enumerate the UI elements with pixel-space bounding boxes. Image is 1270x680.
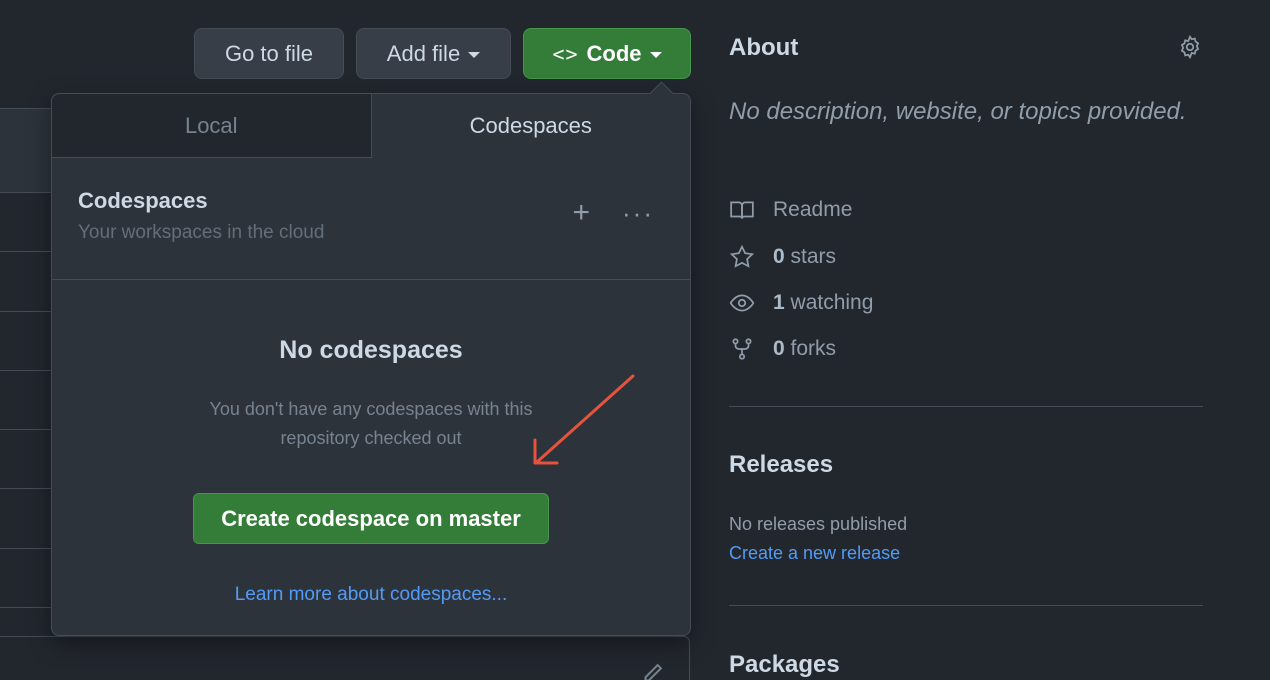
divider bbox=[729, 406, 1203, 407]
create-release-link[interactable]: Create a new release bbox=[729, 543, 900, 564]
watching-label: watching bbox=[790, 291, 874, 314]
tab-codespaces-label: Codespaces bbox=[469, 113, 592, 138]
forks-link[interactable]: 0 forks bbox=[729, 336, 836, 362]
create-codespace-label: Create codespace on master bbox=[221, 505, 521, 531]
book-icon bbox=[730, 201, 754, 219]
stars-link[interactable]: 0 stars bbox=[729, 244, 836, 270]
tab-local[interactable]: Local bbox=[52, 94, 371, 158]
star-icon bbox=[729, 244, 755, 268]
add-file-label: Add file bbox=[386, 40, 461, 66]
plus-icon[interactable]: + bbox=[572, 198, 590, 228]
pencil-icon[interactable] bbox=[639, 661, 665, 680]
packages-title[interactable]: Packages bbox=[729, 651, 840, 679]
readme-link[interactable]: Readme bbox=[729, 197, 852, 223]
fork-icon bbox=[732, 338, 752, 360]
releases-title[interactable]: Releases bbox=[729, 451, 833, 479]
divider bbox=[729, 605, 1203, 606]
watching-link[interactable]: 1 watching bbox=[729, 290, 873, 316]
add-file-button[interactable]: Add file bbox=[356, 28, 511, 79]
tab-codespaces[interactable]: Codespaces bbox=[370, 94, 690, 158]
forks-label: forks bbox=[790, 337, 837, 360]
about-title: About bbox=[729, 34, 799, 61]
caret-down-icon bbox=[468, 52, 481, 58]
go-to-file-button[interactable]: Go to file bbox=[194, 28, 344, 79]
readme-label: Readme bbox=[773, 198, 853, 221]
repo-page: Go to file Add file <> Code Local Codesp… bbox=[0, 0, 1270, 680]
caret-down-icon bbox=[649, 52, 662, 58]
code-dropdown: Local Codespaces Codespaces Your workspa… bbox=[51, 93, 691, 636]
more-options-icon[interactable]: ··· bbox=[622, 200, 654, 226]
learn-more-link[interactable]: Learn more about codespaces... bbox=[52, 584, 690, 606]
gear-icon[interactable] bbox=[1177, 34, 1203, 60]
code-label: Code bbox=[586, 40, 642, 66]
annotation-arrow-icon bbox=[533, 374, 635, 465]
stars-count: 0 bbox=[773, 245, 785, 268]
code-icon: <> bbox=[552, 41, 579, 66]
stars-label: stars bbox=[790, 245, 837, 268]
code-button[interactable]: <> Code bbox=[523, 28, 691, 79]
empty-title: No codespaces bbox=[279, 336, 463, 364]
codespaces-actions: + ··· bbox=[572, 198, 654, 228]
empty-description: You don't have any codespaces with this … bbox=[209, 399, 533, 448]
codespaces-header: Codespaces Your workspaces in the cloud … bbox=[52, 158, 690, 280]
create-codespace-button[interactable]: Create codespace on master bbox=[193, 493, 549, 544]
go-to-file-label: Go to file bbox=[224, 40, 314, 66]
releases-empty-text: No releases published bbox=[729, 514, 908, 534]
dropdown-tabs: Local Codespaces bbox=[52, 94, 690, 158]
about-description: No description, website, or topics provi… bbox=[729, 98, 1187, 125]
readme-box bbox=[0, 636, 690, 680]
tab-local-label: Local bbox=[184, 112, 238, 138]
watching-count: 1 bbox=[773, 291, 785, 314]
forks-count: 0 bbox=[773, 337, 785, 360]
eye-icon bbox=[729, 294, 755, 312]
